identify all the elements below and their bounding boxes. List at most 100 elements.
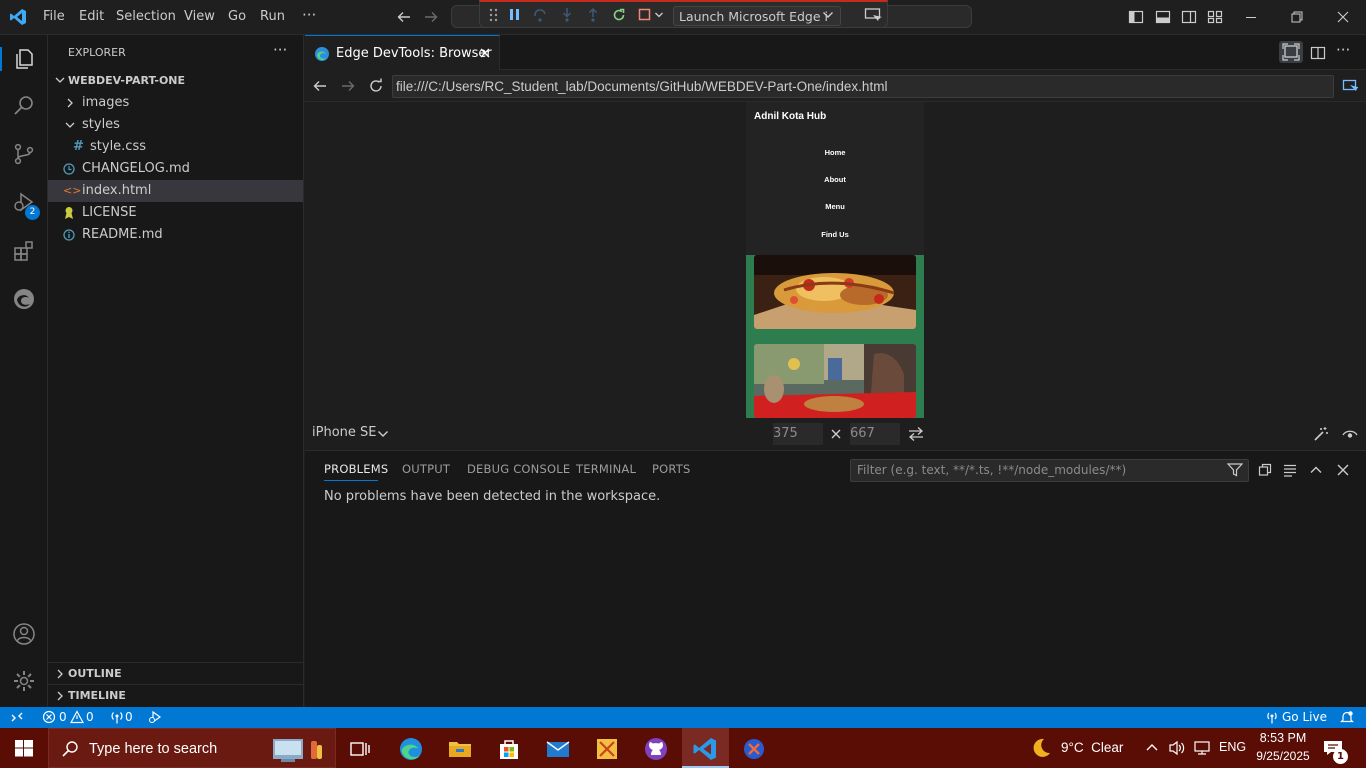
browser-back-icon[interactable] [312, 78, 328, 94]
tab-output[interactable]: OUTPUT [402, 462, 450, 476]
taskbar-search-box[interactable]: Type here to search [48, 728, 336, 768]
step-out-icon[interactable] [585, 7, 601, 23]
drag-handle-icon[interactable] [488, 8, 500, 22]
back-arrow-icon[interactable] [396, 9, 412, 25]
inspect-screen-icon[interactable] [864, 7, 882, 23]
debug-launch-icon[interactable] [148, 710, 162, 724]
source-control-icon[interactable] [12, 142, 36, 166]
network-icon[interactable] [1193, 740, 1211, 756]
menu-view[interactable]: View [184, 9, 215, 24]
tab-debug-console[interactable]: DEBUG CONSOLE [467, 462, 570, 476]
windows-start-icon[interactable] [15, 740, 33, 757]
go-live-button[interactable]: Go Live [1265, 710, 1327, 726]
menu-run[interactable]: Run [260, 9, 285, 24]
input-language[interactable]: ENG [1219, 740, 1246, 754]
close-panel-icon[interactable] [1336, 463, 1350, 477]
toggle-panel-icon[interactable] [1155, 9, 1171, 25]
toggle-primary-sidebar-icon[interactable] [1128, 9, 1144, 25]
vscode-taskbar-button[interactable] [682, 728, 729, 768]
weather-text[interactable]: 9°C Clear [1061, 740, 1123, 755]
inspect-element-icon[interactable] [1342, 78, 1358, 94]
debug-config-select[interactable]: Launch Microsoft Edge i [673, 6, 841, 26]
nav-link-menu[interactable]: Menu [746, 202, 924, 211]
account-icon[interactable] [12, 622, 36, 646]
filter-funnel-icon[interactable] [1227, 463, 1243, 477]
explorer-icon[interactable] [12, 47, 36, 71]
collapse-all-icon[interactable] [1258, 463, 1272, 477]
split-editor-icon[interactable] [1310, 45, 1326, 61]
tree-item-styles[interactable]: styles [48, 114, 303, 136]
extensions-icon[interactable] [12, 239, 36, 263]
chevron-down-icon[interactable] [822, 10, 834, 20]
tab-terminal[interactable]: TERMINAL [576, 462, 636, 476]
clock-date[interactable]: 9/25/2025 [1254, 749, 1312, 763]
eye-icon[interactable] [1342, 427, 1358, 441]
microsoft-store-icon[interactable] [496, 736, 522, 762]
nav-link-find-us[interactable]: Find Us [746, 230, 924, 239]
menu-selection[interactable]: Selection [116, 9, 176, 24]
problems-filter-input[interactable]: Filter (e.g. text, **/*.ts, !**/node_mod… [850, 459, 1249, 482]
edge-devtools-icon[interactable] [12, 287, 36, 311]
tree-item-changelog[interactable]: CHANGELOG.md [48, 158, 303, 180]
tab-edge-devtools-browser[interactable]: Edge DevTools: Browser [305, 35, 500, 70]
notifications-bell-icon[interactable] [1340, 710, 1354, 724]
tree-item-style-css[interactable]: # style.css [48, 136, 303, 158]
tab-problems[interactable]: PROBLEMS [324, 462, 388, 476]
step-into-icon[interactable] [559, 7, 575, 23]
tree-item-license[interactable]: LICENSE [48, 202, 303, 224]
device-select[interactable]: iPhone SE [312, 425, 376, 440]
nav-link-about[interactable]: About [746, 175, 924, 184]
close-tab-icon[interactable] [479, 47, 491, 59]
show-hidden-icons-chevron-icon[interactable] [1145, 741, 1159, 753]
menu-edit[interactable]: Edit [79, 9, 104, 24]
menu-file[interactable]: File [43, 9, 65, 24]
toggle-secondary-sidebar-icon[interactable] [1181, 9, 1197, 25]
nav-link-home[interactable]: Home [746, 148, 924, 157]
close-window-icon[interactable] [1335, 9, 1351, 25]
tab-ports[interactable]: PORTS [652, 462, 690, 476]
step-over-icon[interactable] [532, 7, 548, 23]
editor-more-icon[interactable]: ··· [1336, 41, 1350, 59]
timeline-section[interactable]: TIMELINE [48, 685, 303, 707]
minimize-icon[interactable] [1243, 9, 1259, 25]
tree-item-readme[interactable]: README.md [48, 224, 303, 246]
stop-icon[interactable] [637, 7, 653, 23]
search-icon[interactable] [12, 94, 36, 118]
view-as-list-icon[interactable] [1283, 463, 1297, 477]
outline-section[interactable]: OUTLINE [48, 663, 303, 685]
clock-time[interactable]: 8:53 PM [1258, 731, 1308, 745]
recording-app-icon[interactable] [741, 736, 767, 762]
rotate-swap-icon[interactable] [907, 426, 925, 442]
screencast-toggle-button[interactable] [1279, 41, 1303, 63]
remote-icon[interactable] [10, 710, 24, 724]
menu-go[interactable]: Go [228, 9, 246, 24]
mail-icon[interactable] [545, 736, 571, 762]
width-input[interactable]: 375 [773, 423, 823, 445]
reload-icon[interactable] [368, 78, 384, 94]
chevron-down-icon[interactable] [377, 429, 389, 439]
restart-icon[interactable] [611, 7, 627, 23]
height-input[interactable]: 667 [850, 423, 900, 445]
explorer-more-icon[interactable]: ··· [273, 41, 287, 59]
pause-icon[interactable] [508, 7, 522, 23]
restore-icon[interactable] [1289, 9, 1305, 25]
manage-gear-icon[interactable] [12, 669, 36, 693]
emulated-page[interactable]: Adnil Kota Hub Home About Menu Find Us [746, 102, 924, 418]
edge-browser-icon[interactable] [398, 736, 424, 762]
maximize-panel-icon[interactable] [1309, 463, 1323, 477]
weather-moon-icon[interactable] [1030, 737, 1052, 759]
github-desktop-icon[interactable] [643, 736, 669, 762]
file-explorer-icon[interactable] [447, 736, 473, 762]
forward-arrow-icon[interactable] [423, 9, 439, 25]
snipping-tool-icon[interactable] [594, 736, 620, 762]
magic-wand-icon[interactable] [1313, 426, 1329, 442]
tree-item-index-html[interactable]: <> index.html [48, 180, 303, 202]
customize-layout-icon[interactable] [1207, 9, 1223, 25]
stop-dropdown-chevron-icon[interactable] [654, 8, 664, 22]
task-view-icon[interactable] [347, 736, 373, 762]
project-folder-header[interactable]: WEBDEV-PART-ONE [48, 70, 303, 92]
menu-more[interactable]: ··· [302, 6, 316, 24]
volume-icon[interactable] [1168, 740, 1186, 756]
url-input[interactable]: file:///C:/Users/RC_Student_lab/Document… [392, 75, 1334, 98]
tree-item-images[interactable]: images [48, 92, 303, 114]
